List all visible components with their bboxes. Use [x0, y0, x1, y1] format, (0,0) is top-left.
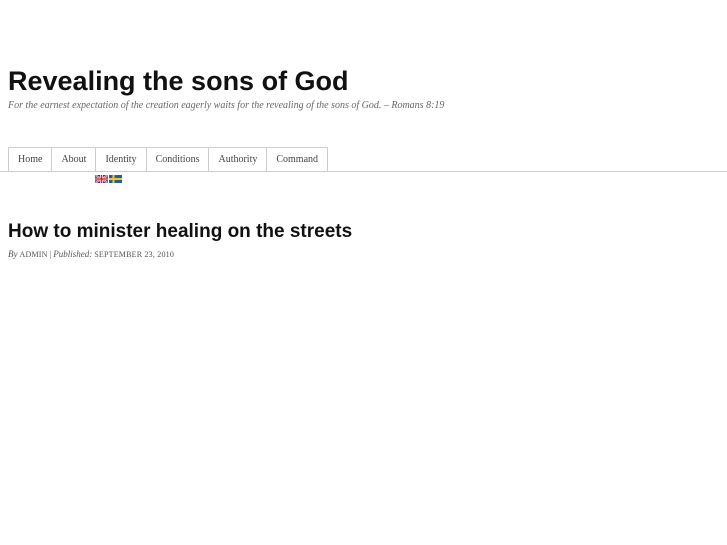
sweden-flag-icon[interactable] [109, 175, 122, 183]
post-meta: By ADMIN | Published: SEPTEMBER 23, 2010 [8, 248, 174, 261]
page: Revealing the sons of God For the earnes… [0, 0, 727, 545]
language-switcher [95, 175, 122, 183]
post-date: SEPTEMBER 23, 2010 [94, 250, 175, 259]
main-navigation: Home About Identity Conditions Authority… [0, 147, 727, 172]
nav-item-conditions[interactable]: Conditions [146, 147, 210, 171]
nav-item-authority[interactable]: Authority [209, 147, 268, 171]
site-title[interactable]: Revealing the sons of God [8, 64, 349, 98]
nav-item-home[interactable]: Home [8, 147, 53, 171]
by-label: By [8, 249, 18, 259]
nav-item-identity[interactable]: Identity [96, 147, 147, 171]
nav-item-command[interactable]: Command [267, 147, 329, 171]
post-title[interactable]: How to minister healing on the streets [8, 220, 352, 244]
post-author-link[interactable]: ADMIN [20, 250, 48, 259]
site-tagline: For the earnest expectation of the creat… [8, 100, 445, 111]
meta-separator: | [49, 250, 52, 259]
published-label: Published: [53, 249, 93, 259]
uk-flag-icon[interactable] [95, 175, 108, 183]
nav-list: Home About Identity Conditions Authority… [8, 147, 329, 171]
nav-item-about[interactable]: About [52, 147, 97, 171]
